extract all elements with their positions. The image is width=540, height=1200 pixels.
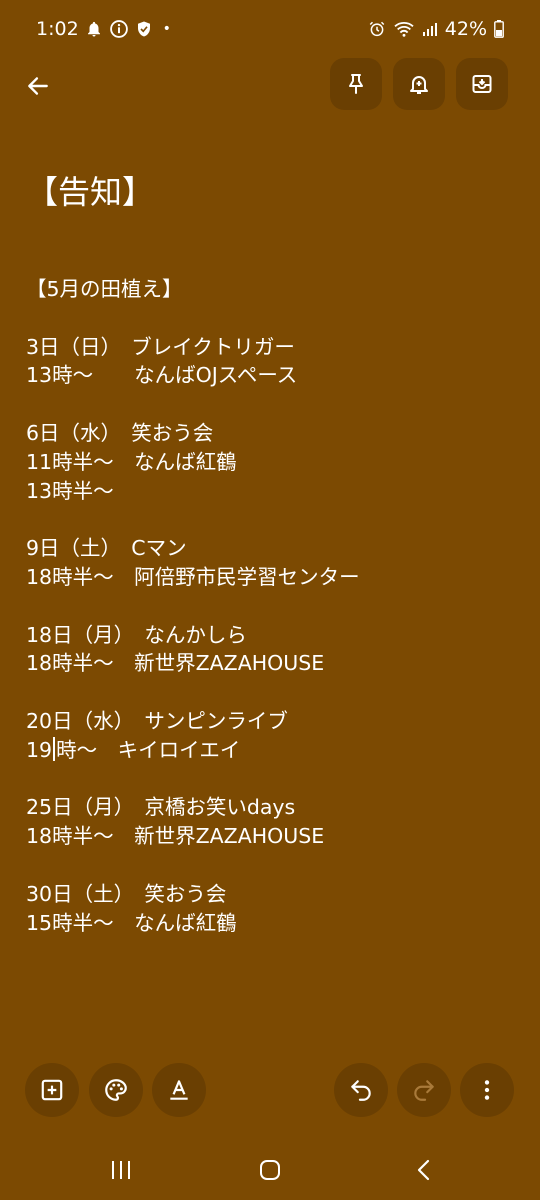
palette-icon xyxy=(103,1077,129,1103)
back-button[interactable] xyxy=(14,62,62,110)
home-button[interactable] xyxy=(248,1150,292,1190)
note-line-text: 時〜 キイロイエイ xyxy=(56,737,241,762)
background-options-button[interactable] xyxy=(89,1063,143,1117)
redo-button[interactable] xyxy=(397,1063,451,1117)
note-line: 3日（日） ブレイクトリガー xyxy=(26,334,295,359)
signal-icon xyxy=(422,21,438,37)
text-caret xyxy=(53,736,56,761)
note-line xyxy=(26,851,360,880)
redo-icon xyxy=(411,1077,437,1103)
status-time: 1:02 xyxy=(36,18,79,40)
battery-icon xyxy=(494,20,504,38)
pin-button[interactable] xyxy=(330,58,382,110)
status-dot: • xyxy=(162,21,171,37)
undo-button[interactable] xyxy=(334,1063,388,1117)
recent-apps-button[interactable] xyxy=(99,1150,143,1190)
note-line: 20日（水） サンピンライブ xyxy=(26,708,288,733)
note-line xyxy=(26,304,360,333)
alarm-icon xyxy=(368,20,386,38)
note-line: 18日（月） なんかしら xyxy=(26,622,247,647)
system-nav-bar xyxy=(0,1140,540,1200)
pin-icon xyxy=(344,72,368,96)
back-nav-icon xyxy=(414,1158,434,1182)
note-line: 13時半〜 xyxy=(26,478,114,503)
note-line: 19 時〜 キイロイエイ xyxy=(26,736,360,765)
note-line-text: 19 xyxy=(26,737,53,762)
status-left: 1:02 • xyxy=(36,18,171,40)
reminder-bell-icon xyxy=(407,72,431,96)
shield-icon xyxy=(135,19,153,39)
bottom-toolbar xyxy=(0,1063,540,1117)
text-format-button[interactable] xyxy=(152,1063,206,1117)
more-vert-icon xyxy=(474,1077,500,1103)
note-line: 6日（水） 笑おう会 xyxy=(26,420,214,445)
undo-icon xyxy=(348,1077,374,1103)
add-box-icon xyxy=(39,1077,65,1103)
archive-icon xyxy=(470,72,494,96)
note-body[interactable]: 【5月の田植え】 3日（日） ブレイクトリガー 13時〜 なんばOJスペース 6日（水… xyxy=(26,275,360,937)
note-top-bar xyxy=(0,58,540,116)
note-line: 25日（月） 京橋お笑いdays xyxy=(26,795,296,820)
wifi-icon xyxy=(393,20,415,38)
battery-percent: 42% xyxy=(444,18,487,40)
archive-button[interactable] xyxy=(456,58,508,110)
note-line xyxy=(26,678,360,707)
add-content-button[interactable] xyxy=(25,1063,79,1117)
note-line: 18時半〜 新世界ZAZAHOUSE xyxy=(26,824,325,849)
status-right: 42% xyxy=(368,18,504,40)
more-options-button[interactable] xyxy=(460,1063,514,1117)
note-line: 13時〜 なんばOJスペース xyxy=(26,363,298,388)
home-icon xyxy=(258,1158,282,1182)
note-line: 18時半〜 新世界ZAZAHOUSE xyxy=(26,651,325,676)
note-line xyxy=(26,765,360,794)
text-format-icon xyxy=(166,1077,192,1103)
note-line: 9日（土） Cマン xyxy=(26,536,187,561)
status-bar: 1:02 • 42% xyxy=(0,0,540,62)
note-line: 11時半〜 なんば紅鶴 xyxy=(26,449,237,474)
bell-icon xyxy=(85,20,103,38)
recent-apps-icon xyxy=(109,1159,133,1181)
note-line xyxy=(26,505,360,534)
note-line: 【5月の田植え】 xyxy=(26,277,183,301)
reminder-button[interactable] xyxy=(393,58,445,110)
arrow-left-icon xyxy=(25,73,51,99)
note-line: 18時半〜 阿倍野市民学習センター xyxy=(26,564,360,589)
note-line: 30日（土） 笑おう会 xyxy=(26,881,227,906)
back-nav-button[interactable] xyxy=(402,1150,446,1190)
note-line xyxy=(26,390,360,419)
note-line xyxy=(26,592,360,621)
note-line: 15時半〜 なんば紅鶴 xyxy=(26,910,237,935)
info-icon xyxy=(109,19,129,39)
note-title[interactable]: 【告知】 xyxy=(26,168,154,216)
